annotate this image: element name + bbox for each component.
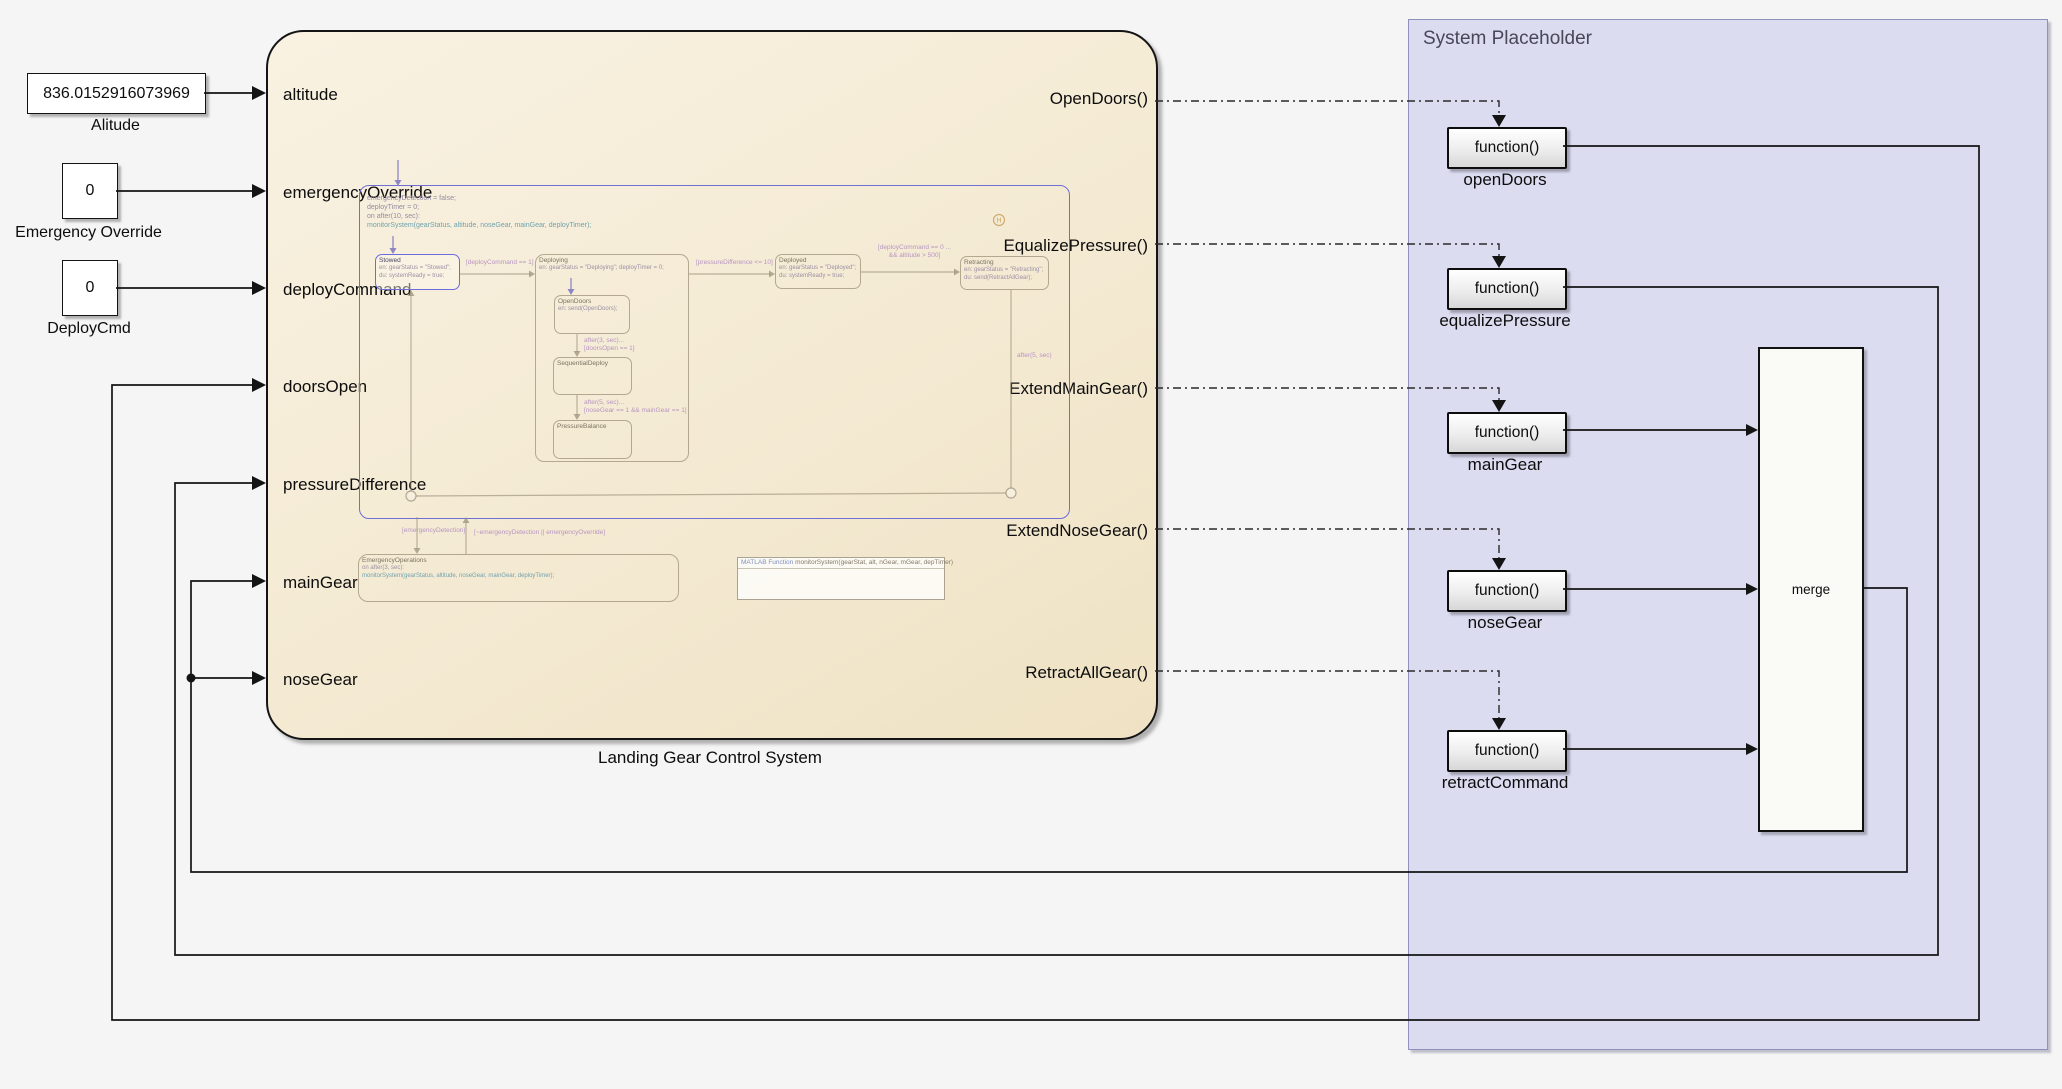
function-call-wire-equalize-pressure[interactable]	[1155, 244, 1499, 257]
feedback-wire-pressure-difference[interactable]	[175, 287, 1938, 955]
function-call-wire-extend-main-gear[interactable]	[1155, 388, 1499, 401]
function-call-wire-open-doors[interactable]	[1155, 101, 1499, 116]
feedback-wire-doors-open[interactable]	[112, 146, 1979, 1020]
wiring-layer	[0, 0, 2062, 1089]
wire-branch-dot[interactable]	[187, 674, 196, 683]
simulink-canvas[interactable]: System Placeholder altitude emergencyOve…	[0, 0, 2062, 1089]
feedback-wire-main-gear[interactable]	[191, 581, 1907, 872]
function-call-wire-extend-nose-gear[interactable]	[1155, 529, 1499, 559]
function-call-wire-retract-all-gear[interactable]	[1155, 671, 1499, 719]
